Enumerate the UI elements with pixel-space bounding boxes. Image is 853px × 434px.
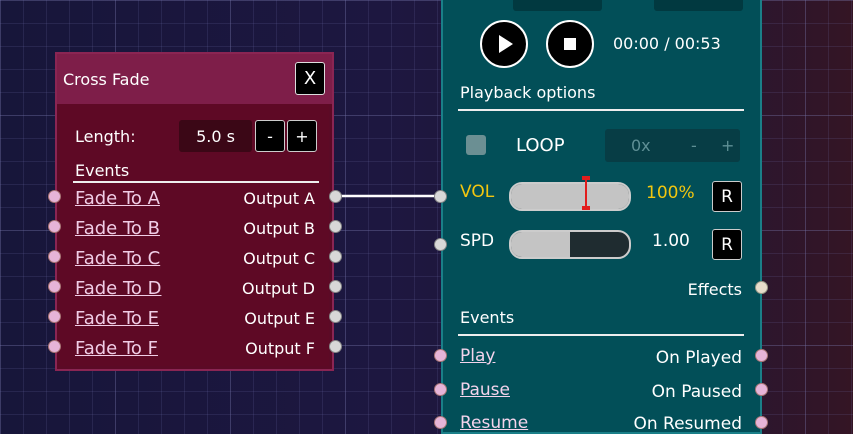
loop-checkbox[interactable] — [466, 135, 486, 155]
volume-label: VOL — [460, 182, 495, 202]
pause-port[interactable] — [434, 383, 447, 396]
on-played-label: On Played — [655, 348, 742, 368]
volume-slider-fill — [511, 184, 629, 209]
fade-to-d-link[interactable]: Fade To D — [75, 278, 161, 299]
output-c-port[interactable] — [329, 250, 342, 263]
cross-fade-node[interactable]: Cross Fade X Length: 5.0 s - + Events Fa… — [55, 52, 334, 371]
speed-port[interactable] — [434, 238, 447, 251]
fade-to-a-link[interactable]: Fade To A — [75, 188, 160, 209]
fade-to-b-link[interactable]: Fade To B — [75, 218, 160, 239]
fade-to-c-link[interactable]: Fade To C — [75, 248, 160, 269]
fade-to-d-port[interactable] — [48, 280, 61, 293]
length-value-field[interactable]: 5.0 s — [179, 120, 252, 152]
volume-value: 100% — [646, 183, 695, 203]
fade-to-c-port[interactable] — [48, 250, 61, 263]
output-e-port[interactable] — [329, 310, 342, 323]
on-played-port[interactable] — [755, 349, 768, 362]
speed-slider-fill — [511, 232, 570, 257]
on-paused-port[interactable] — [755, 383, 768, 396]
output-f-port[interactable] — [329, 340, 342, 353]
loop-count-value: 0x — [631, 136, 651, 155]
output-b-port[interactable] — [329, 220, 342, 233]
output-f-label: Output F — [245, 339, 315, 358]
top-toolbar-button-left[interactable] — [513, 0, 602, 11]
speed-label: SPD — [460, 231, 495, 251]
on-resumed-label: On Resumed — [633, 414, 742, 434]
loop-count-field[interactable]: 0x - + — [605, 129, 740, 162]
volume-slider[interactable] — [509, 182, 631, 211]
play-port[interactable] — [434, 349, 447, 362]
stop-icon — [564, 38, 576, 50]
on-resumed-port[interactable] — [755, 416, 768, 429]
loop-increase-button[interactable]: + — [721, 136, 734, 155]
fade-to-b-port[interactable] — [48, 220, 61, 233]
on-paused-label: On Paused — [651, 382, 742, 402]
fade-to-a-port[interactable] — [48, 190, 61, 203]
fade-to-e-port[interactable] — [48, 310, 61, 323]
play-icon — [499, 35, 513, 53]
cross-fade-events-title: Events — [75, 161, 130, 180]
output-c-label: Output C — [243, 249, 315, 268]
audio-player-node[interactable]: 00:00 / 00:53 Playback options LOOP 0x -… — [441, 0, 762, 434]
resume-event-link[interactable]: Resume — [460, 413, 528, 433]
fade-to-f-port[interactable] — [48, 340, 61, 353]
cross-fade-title: Cross Fade — [63, 70, 150, 89]
close-button[interactable]: X — [295, 62, 325, 95]
fade-to-f-link[interactable]: Fade To F — [75, 338, 158, 359]
volume-port[interactable] — [434, 190, 447, 203]
length-increase-button[interactable]: + — [287, 120, 317, 152]
stop-button[interactable] — [546, 20, 594, 68]
volume-reset-button[interactable]: R — [712, 181, 742, 212]
output-a-port[interactable] — [329, 190, 342, 203]
loop-decrease-button[interactable]: - — [691, 136, 697, 155]
play-button[interactable] — [480, 20, 528, 68]
cross-fade-header[interactable]: Cross Fade X — [57, 54, 332, 104]
length-label: Length: — [75, 127, 136, 146]
resume-port[interactable] — [434, 416, 447, 429]
divider — [73, 181, 319, 183]
speed-slider[interactable] — [509, 230, 631, 259]
output-e-label: Output E — [244, 309, 315, 328]
output-b-label: Output B — [243, 219, 315, 238]
audio-events-title: Events — [460, 308, 515, 327]
volume-marker[interactable] — [582, 176, 590, 210]
output-d-label: Output D — [242, 279, 315, 298]
output-a-label: Output A — [243, 189, 315, 208]
length-decrease-button[interactable]: - — [255, 120, 285, 152]
playback-options-title: Playback options — [460, 83, 596, 102]
speed-reset-button[interactable]: R — [712, 229, 742, 260]
speed-value: 1.00 — [652, 231, 690, 251]
pause-event-link[interactable]: Pause — [460, 380, 510, 400]
effects-label: Effects — [687, 280, 742, 299]
effects-port[interactable] — [755, 281, 768, 294]
top-toolbar-button-right[interactable] — [654, 0, 743, 11]
time-readout: 00:00 / 00:53 — [613, 34, 721, 53]
divider — [458, 109, 744, 111]
play-event-link[interactable]: Play — [460, 346, 495, 366]
output-d-port[interactable] — [329, 280, 342, 293]
divider — [458, 334, 744, 336]
loop-label: LOOP — [516, 135, 565, 156]
fade-to-e-link[interactable]: Fade To E — [75, 308, 159, 329]
